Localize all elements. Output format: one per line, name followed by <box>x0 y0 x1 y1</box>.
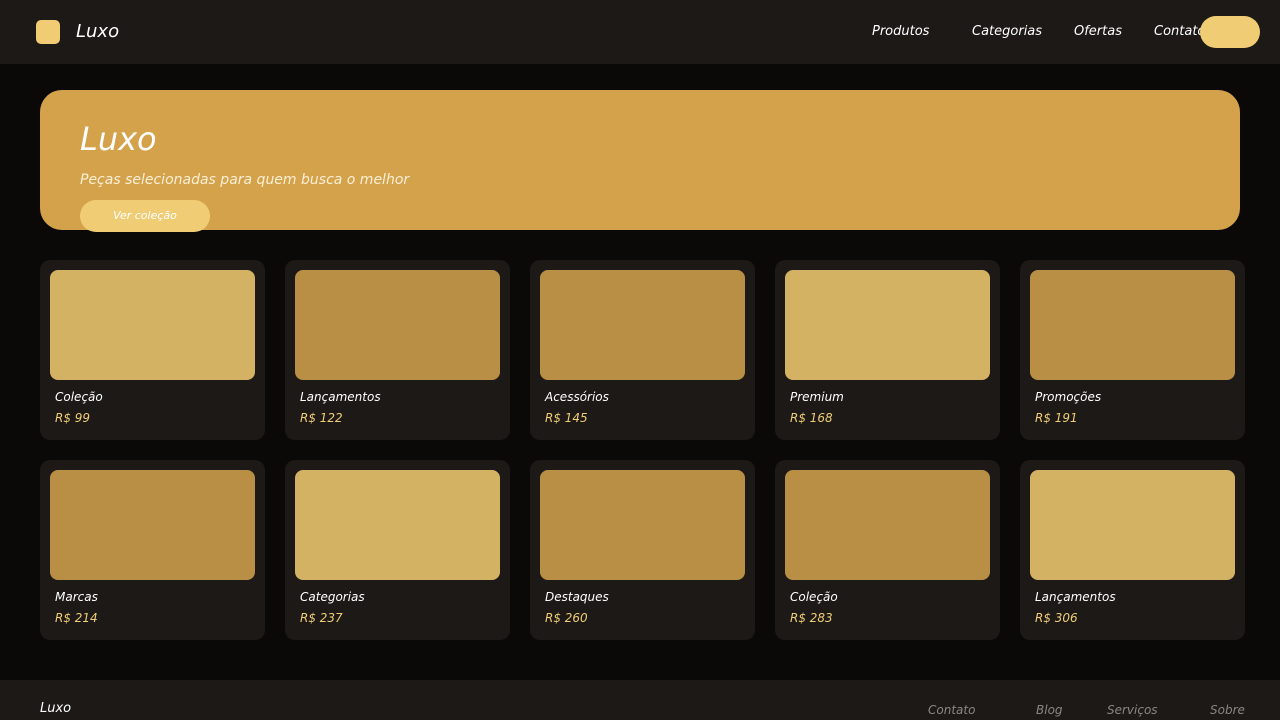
product-image <box>540 270 745 380</box>
product-card[interactable]: Premium R$ 168 <box>775 260 1000 440</box>
product-name: Lançamentos <box>300 390 381 404</box>
product-image <box>295 270 500 380</box>
product-name: Marcas <box>55 590 98 604</box>
product-image <box>785 270 990 380</box>
product-image <box>50 270 255 380</box>
product-price: R$ 191 <box>1035 411 1078 425</box>
product-price: R$ 99 <box>55 411 91 425</box>
product-card[interactable]: Acessórios R$ 145 <box>530 260 755 440</box>
footer-link-blog[interactable]: Blog <box>1036 702 1063 718</box>
product-image <box>50 470 255 580</box>
product-name: Acessórios <box>545 390 609 404</box>
product-price: R$ 214 <box>55 611 98 625</box>
footer-brand: Luxo <box>40 701 72 716</box>
footer-link-servicos[interactable]: Serviços <box>1107 702 1158 718</box>
product-card[interactable]: Categorias R$ 237 <box>285 460 510 640</box>
footer-link-sobre[interactable]: Sobre <box>1210 702 1245 718</box>
nav-link-categorias[interactable]: Categorias <box>972 24 1042 40</box>
product-card[interactable]: Coleção R$ 283 <box>775 460 1000 640</box>
view-collection-button[interactable]: Ver coleção <box>80 200 210 232</box>
hero-subtitle: Peças selecionadas para quem busca o mel… <box>80 172 410 188</box>
product-name: Coleção <box>55 390 103 404</box>
product-image <box>1030 470 1235 580</box>
product-name: Lançamentos <box>1035 590 1116 604</box>
nav-link-produtos[interactable]: Produtos <box>872 24 929 40</box>
logo-icon[interactable] <box>36 20 60 44</box>
product-card[interactable]: Lançamentos R$ 306 <box>1020 460 1245 640</box>
product-name: Promoções <box>1035 390 1102 404</box>
product-price: R$ 122 <box>300 411 343 425</box>
product-card[interactable]: Coleção R$ 99 <box>40 260 265 440</box>
hero-banner: Luxo Peças selecionadas para quem busca … <box>40 90 1240 232</box>
product-price: R$ 283 <box>790 611 833 625</box>
product-name: Destaques <box>545 590 609 604</box>
product-card[interactable]: Promoções R$ 191 <box>1020 260 1245 440</box>
footer: Luxo Contato Blog Serviços Sobre <box>0 680 1280 720</box>
footer-link-contato[interactable]: Contato <box>928 702 975 718</box>
product-image <box>1030 270 1235 380</box>
product-image <box>540 470 745 580</box>
product-card[interactable]: Destaques R$ 260 <box>530 460 755 640</box>
product-price: R$ 260 <box>545 611 588 625</box>
brand-name[interactable]: Luxo <box>76 19 119 45</box>
product-card[interactable]: Lançamentos R$ 122 <box>285 260 510 440</box>
product-name: Categorias <box>300 590 365 604</box>
product-name: Coleção <box>790 590 838 604</box>
product-card[interactable]: Marcas R$ 214 <box>40 460 265 640</box>
top-nav-bar: Luxo Produtos Categorias Ofertas Contato <box>0 0 1280 64</box>
product-name: Premium <box>790 390 844 404</box>
nav-link-contato[interactable]: Contato <box>1154 24 1205 40</box>
nav-link-ofertas[interactable]: Ofertas <box>1074 24 1122 40</box>
product-price: R$ 145 <box>545 411 588 425</box>
product-image <box>785 470 990 580</box>
product-price: R$ 306 <box>1035 611 1078 625</box>
hero-title: Luxo <box>80 120 157 158</box>
product-price: R$ 237 <box>300 611 343 625</box>
header-action-button[interactable] <box>1200 16 1260 48</box>
product-image <box>295 470 500 580</box>
product-price: R$ 168 <box>790 411 833 425</box>
